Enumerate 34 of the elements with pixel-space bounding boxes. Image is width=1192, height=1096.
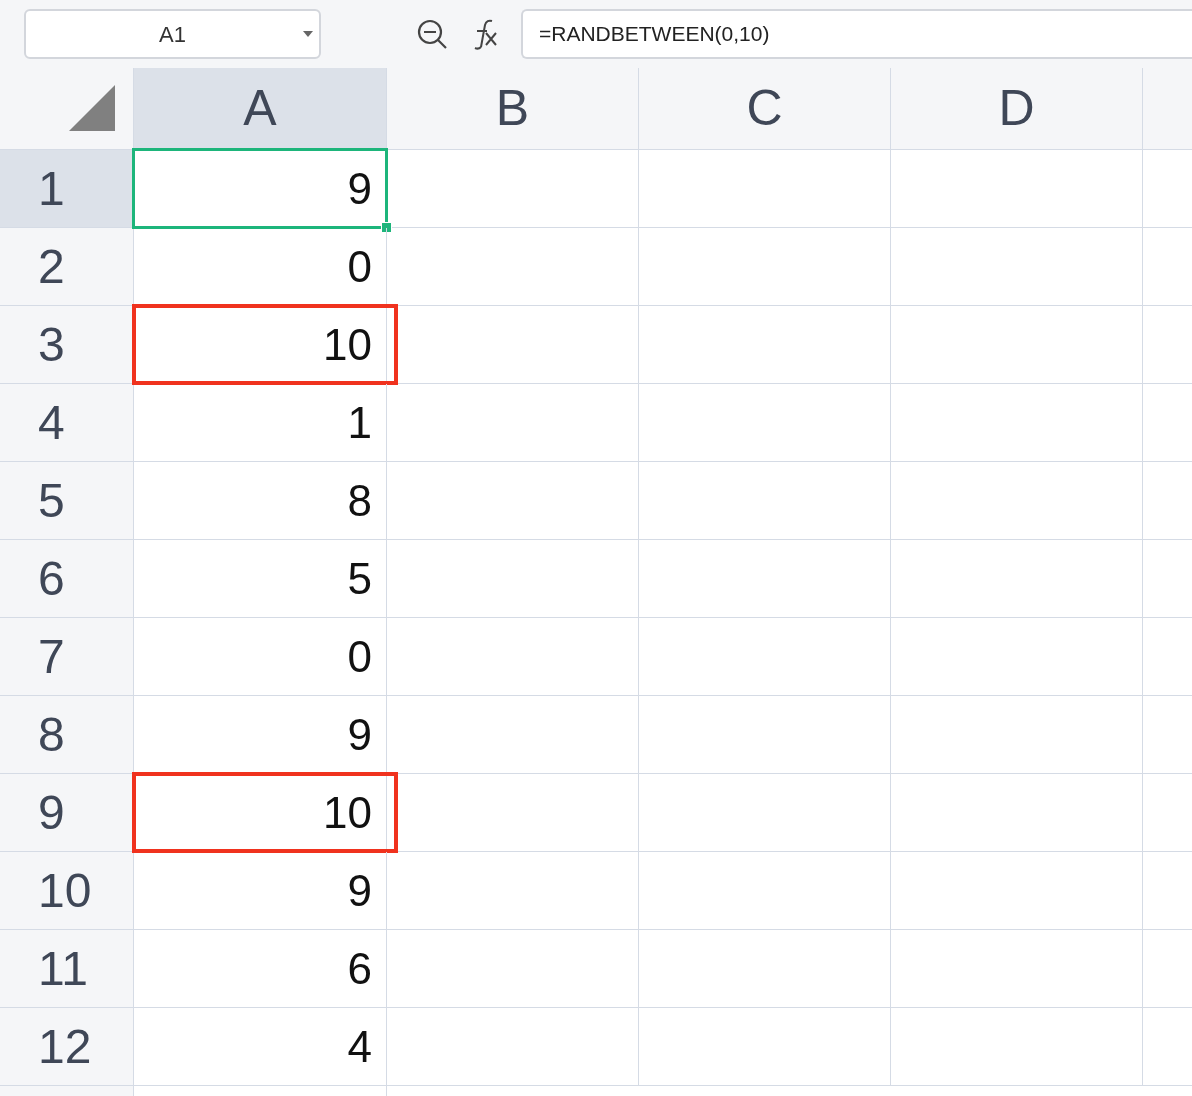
- row-header[interactable]: 11: [0, 930, 134, 1007]
- row-header[interactable]: 4: [0, 384, 134, 461]
- table-cell-text: 9: [347, 708, 373, 761]
- table-cell-text: 8: [347, 474, 373, 527]
- column-header[interactable]: C: [639, 68, 891, 149]
- table-cell-text: 0: [347, 240, 373, 293]
- table-cell-text: 10: [323, 318, 373, 371]
- dropdown-caret-icon: [303, 30, 313, 38]
- fill-handle[interactable]: [381, 222, 392, 233]
- row-header[interactable]: 7: [0, 618, 134, 695]
- table-cell-text: 6: [347, 942, 373, 995]
- row-header[interactable]: 10: [0, 852, 134, 929]
- select-all-corner-icon[interactable]: [69, 85, 115, 131]
- table-cell-text: 9: [347, 162, 373, 215]
- name-box[interactable]: A1: [24, 9, 321, 59]
- row-header[interactable]: 2: [0, 228, 134, 305]
- table-cell-text: 9: [347, 864, 373, 917]
- column-header[interactable]: A: [134, 68, 387, 149]
- row-header[interactable]: 5: [0, 462, 134, 539]
- row-header[interactable]: 1: [0, 150, 134, 227]
- zoom-out-icon[interactable]: [415, 17, 449, 51]
- table-cell-text: 5: [347, 552, 373, 605]
- table-cell-text: 0: [347, 630, 373, 683]
- table-cell-text: 1: [347, 396, 373, 449]
- table-cell-text: 4: [347, 1020, 373, 1073]
- table-cell-text: 10: [323, 786, 373, 839]
- column-header[interactable]: B: [387, 68, 639, 149]
- row-header[interactable]: 3: [0, 306, 134, 383]
- row-header[interactable]: 8: [0, 696, 134, 773]
- formula-field[interactable]: =RANDBETWEEN(0,10): [521, 9, 1192, 59]
- column-header[interactable]: D: [891, 68, 1143, 149]
- row-header[interactable]: 9: [0, 774, 134, 851]
- row-header[interactable]: 6: [0, 540, 134, 617]
- row-header[interactable]: 12: [0, 1008, 134, 1085]
